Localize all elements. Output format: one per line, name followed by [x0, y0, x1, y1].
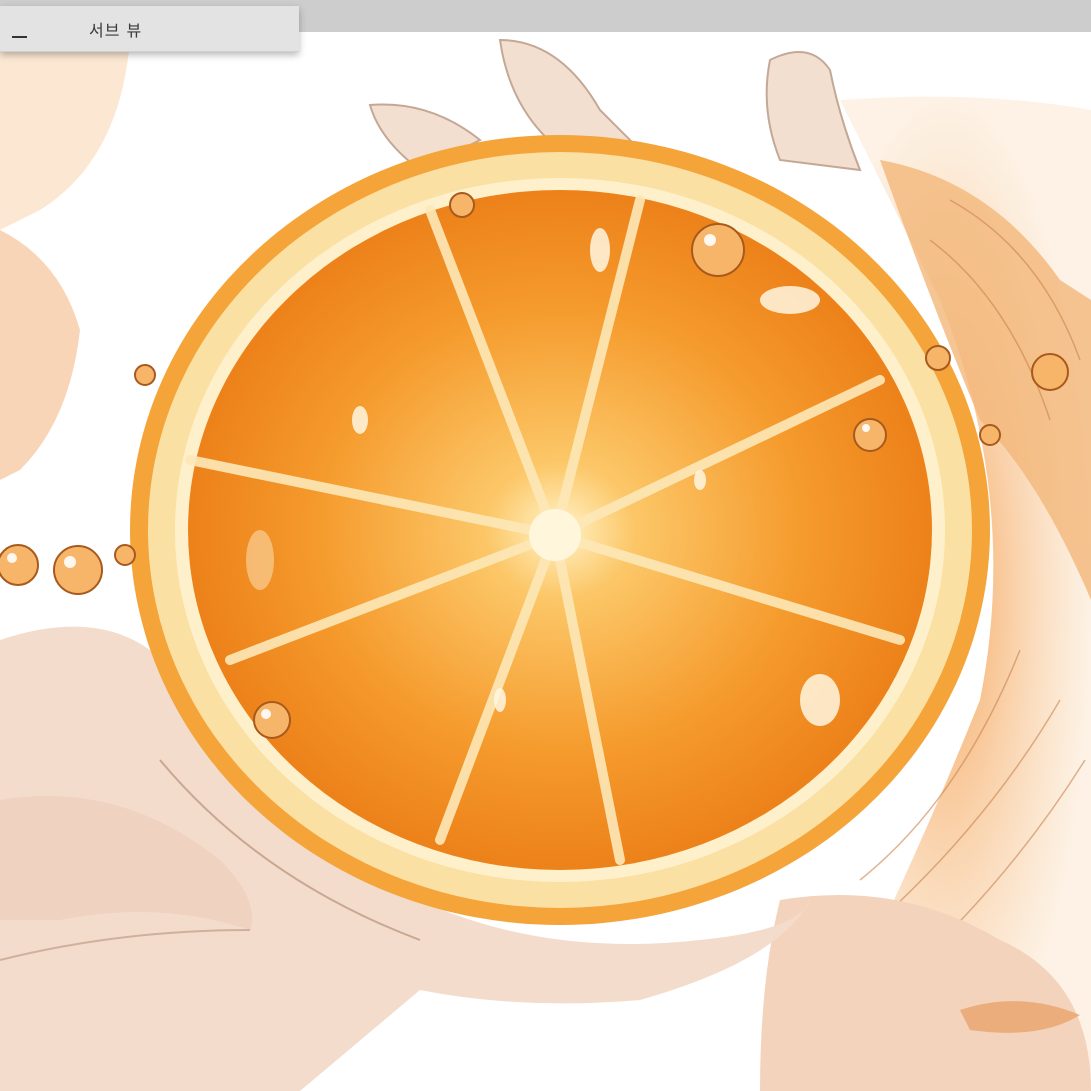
subview-title: 서브 뷰: [89, 21, 143, 40]
artwork-canvas[interactable]: [0, 32, 1091, 1091]
minimize-icon: [12, 36, 27, 38]
minimize-button[interactable]: [4, 16, 34, 42]
orange-illustration: [0, 38, 1091, 1091]
subview-panel: 서브 뷰: [0, 6, 299, 52]
